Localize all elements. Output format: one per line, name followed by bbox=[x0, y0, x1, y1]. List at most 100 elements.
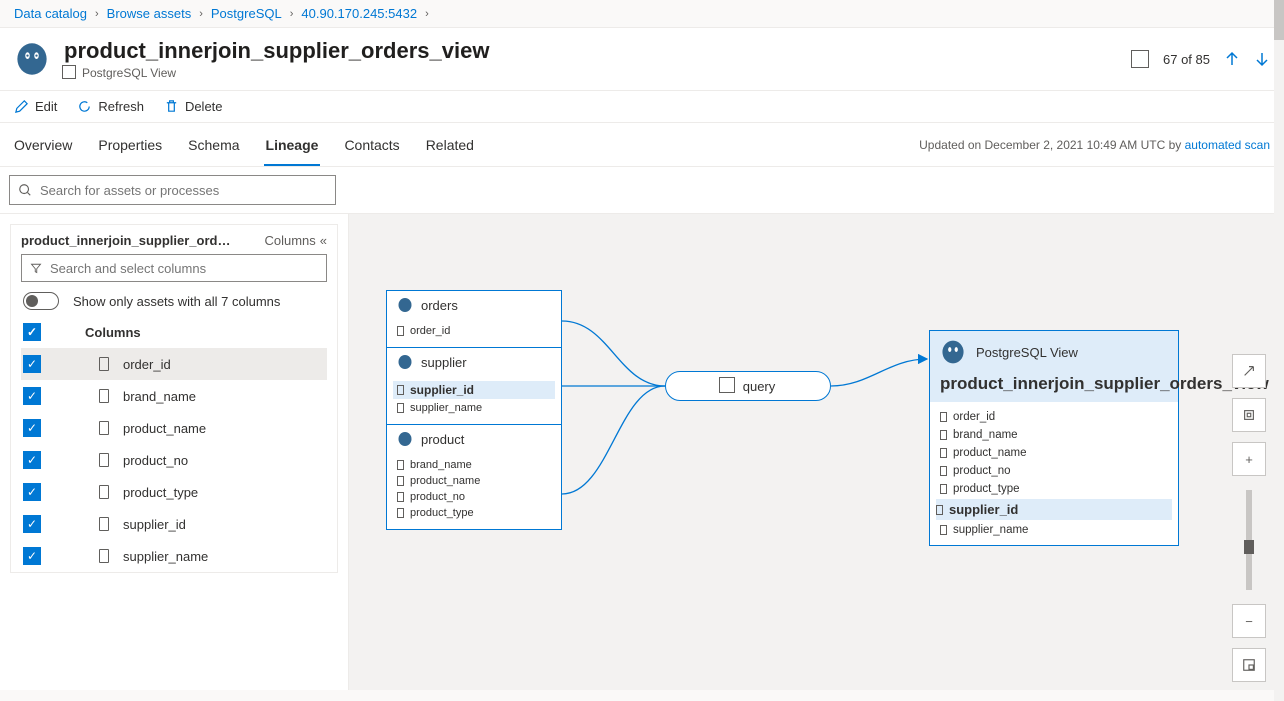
tab-overview[interactable]: Overview bbox=[14, 123, 72, 166]
fit-icon bbox=[1242, 408, 1256, 422]
column-checkbox[interactable] bbox=[23, 419, 41, 437]
column-label: order_id bbox=[410, 325, 450, 337]
column-label: supplier_id bbox=[949, 502, 1018, 517]
asset-search-input[interactable] bbox=[40, 183, 327, 198]
zoom-in-button[interactable]: + bbox=[1232, 442, 1266, 476]
fullscreen-button[interactable] bbox=[1232, 354, 1266, 388]
target-node[interactable]: PostgreSQL View product_innerjoin_suppli… bbox=[929, 330, 1179, 546]
delete-button[interactable]: Delete bbox=[164, 99, 223, 114]
target-column-product_no[interactable]: product_no bbox=[940, 462, 1168, 480]
column-row-product_name[interactable]: product_name bbox=[21, 412, 327, 444]
updated-text: Updated on December 2, 2021 10:49 AM UTC… bbox=[919, 138, 1270, 152]
chevron-right-icon: › bbox=[290, 8, 294, 20]
source-node-supplier[interactable]: suppliersupplier_idsupplier_name bbox=[387, 348, 561, 425]
column-label: product_name bbox=[123, 421, 206, 436]
source-column-product_no[interactable]: product_no bbox=[397, 489, 551, 505]
crumb-host[interactable]: 40.90.170.245:5432 bbox=[301, 6, 417, 21]
edit-label: Edit bbox=[35, 99, 57, 114]
action-bar: Edit Refresh Delete bbox=[0, 91, 1284, 123]
zoom-out-button[interactable]: − bbox=[1232, 604, 1266, 638]
pencil-icon bbox=[14, 99, 29, 114]
column-icon bbox=[99, 549, 109, 563]
tab-related[interactable]: Related bbox=[426, 123, 474, 166]
updated-by-link[interactable]: automated scan bbox=[1185, 138, 1270, 152]
refresh-button[interactable]: Refresh bbox=[77, 99, 144, 114]
target-title: product_innerjoin_supplier_orders_view bbox=[930, 373, 1178, 402]
tab-lineage[interactable]: Lineage bbox=[266, 123, 319, 166]
column-checkbox[interactable] bbox=[23, 483, 41, 501]
column-icon bbox=[99, 421, 109, 435]
columns-header-row[interactable]: Columns bbox=[21, 316, 327, 348]
asset-type-label: PostgreSQL View bbox=[82, 66, 176, 80]
tab-schema[interactable]: Schema bbox=[188, 123, 239, 166]
target-column-product_name[interactable]: product_name bbox=[940, 444, 1168, 462]
lineage-canvas[interactable]: ordersorder_idsuppliersupplier_idsupplie… bbox=[348, 214, 1284, 690]
column-icon bbox=[99, 357, 109, 371]
source-column-product_type[interactable]: product_type bbox=[397, 505, 551, 521]
postgresql-icon bbox=[397, 431, 413, 447]
target-column-order_id[interactable]: order_id bbox=[940, 408, 1168, 426]
column-filter-input[interactable] bbox=[50, 261, 318, 276]
source-column-supplier_id[interactable]: supplier_id bbox=[393, 381, 555, 399]
show-all-columns-toggle[interactable] bbox=[23, 292, 59, 310]
column-row-supplier_id[interactable]: supplier_id bbox=[21, 508, 327, 540]
column-label: product_type bbox=[123, 485, 198, 500]
process-node[interactable]: query bbox=[665, 371, 831, 401]
target-column-product_type[interactable]: product_type bbox=[940, 480, 1168, 498]
column-label: product_no bbox=[123, 453, 188, 468]
column-label: product_type bbox=[953, 483, 1020, 495]
crumb-postgresql[interactable]: PostgreSQL bbox=[211, 6, 282, 21]
column-icon bbox=[940, 412, 947, 422]
source-name: product bbox=[421, 432, 464, 447]
postgresql-icon bbox=[397, 297, 413, 313]
tab-properties[interactable]: Properties bbox=[98, 123, 162, 166]
columns-label: Columns bbox=[264, 233, 315, 248]
source-column-brand_name[interactable]: brand_name bbox=[397, 457, 551, 473]
column-label: supplier_name bbox=[953, 524, 1028, 536]
filter-icon bbox=[30, 262, 42, 274]
source-column-supplier_name[interactable]: supplier_name bbox=[397, 400, 551, 416]
source-column-order_id[interactable]: order_id bbox=[397, 323, 551, 339]
column-checkbox[interactable] bbox=[23, 515, 41, 533]
source-node-orders[interactable]: ordersorder_id bbox=[387, 291, 561, 348]
column-icon bbox=[940, 466, 947, 476]
prev-arrow-icon[interactable] bbox=[1224, 51, 1240, 67]
fit-button[interactable] bbox=[1232, 398, 1266, 432]
column-row-order_id[interactable]: order_id bbox=[21, 348, 327, 380]
search-icon bbox=[18, 183, 32, 197]
chevron-left-double-icon: « bbox=[320, 233, 327, 248]
zoom-controls: + − bbox=[1232, 354, 1266, 682]
next-arrow-icon[interactable] bbox=[1254, 51, 1270, 67]
scrollbar[interactable] bbox=[1274, 0, 1284, 701]
column-row-product_no[interactable]: product_no bbox=[21, 444, 327, 476]
column-checkbox[interactable] bbox=[23, 451, 41, 469]
source-node-group[interactable]: ordersorder_idsuppliersupplier_idsupplie… bbox=[386, 290, 562, 530]
zoom-slider[interactable] bbox=[1246, 490, 1252, 590]
select-checkbox[interactable] bbox=[1131, 50, 1149, 68]
column-row-supplier_name[interactable]: supplier_name bbox=[21, 540, 327, 572]
column-checkbox[interactable] bbox=[23, 547, 41, 565]
column-checkbox[interactable] bbox=[23, 387, 41, 405]
crumb-browse-assets[interactable]: Browse assets bbox=[107, 6, 192, 21]
select-all-checkbox[interactable] bbox=[23, 323, 41, 341]
column-icon bbox=[940, 448, 947, 458]
target-column-supplier_name[interactable]: supplier_name bbox=[940, 521, 1168, 539]
columns-collapse-button[interactable]: Columns « bbox=[264, 233, 327, 248]
target-column-supplier_id[interactable]: supplier_id bbox=[936, 499, 1172, 520]
view-icon bbox=[64, 67, 76, 79]
crumb-data-catalog[interactable]: Data catalog bbox=[14, 6, 87, 21]
column-row-product_type[interactable]: product_type bbox=[21, 476, 327, 508]
source-column-product_name[interactable]: product_name bbox=[397, 473, 551, 489]
minimap-button[interactable] bbox=[1232, 648, 1266, 682]
column-label: supplier_name bbox=[410, 402, 482, 414]
target-column-brand_name[interactable]: brand_name bbox=[940, 426, 1168, 444]
column-row-brand_name[interactable]: brand_name bbox=[21, 380, 327, 412]
tab-contacts[interactable]: Contacts bbox=[344, 123, 399, 166]
refresh-label: Refresh bbox=[98, 99, 144, 114]
column-filter[interactable] bbox=[21, 254, 327, 282]
asset-search[interactable] bbox=[9, 175, 336, 205]
column-checkbox[interactable] bbox=[23, 355, 41, 373]
column-icon bbox=[397, 385, 404, 395]
edit-button[interactable]: Edit bbox=[14, 99, 57, 114]
source-node-product[interactable]: product brand_nameproduct_nameproduct_nop… bbox=[387, 425, 561, 529]
